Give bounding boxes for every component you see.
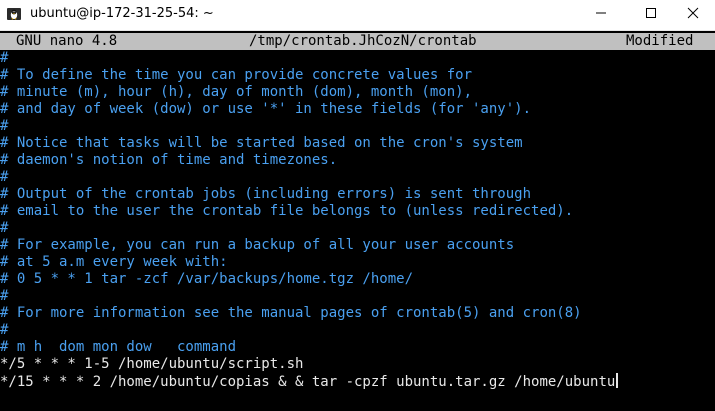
nano-header-bar: GNU nano 4.8 /tmp/crontab.JhCozN/crontab… — [0, 33, 715, 50]
comment-line[interactable]: # — [0, 288, 715, 305]
comment-line[interactable]: # minute (m), hour (h), day of month (do… — [0, 84, 715, 101]
comment-line[interactable]: # Notice that tasks will be started base… — [0, 135, 715, 152]
crontab-entry-line[interactable]: */15 * * * 2 /home/ubuntu/copias & & tar… — [0, 373, 715, 390]
line-text: # email to the user the crontab file bel… — [0, 203, 574, 219]
line-text: # — [0, 169, 9, 185]
comment-line[interactable]: # — [0, 220, 715, 237]
line-text: # m h dom mon dow command — [0, 339, 237, 355]
line-text: # minute (m), hour (h), day of month (do… — [0, 84, 473, 100]
line-text: # Notice that tasks will be started base… — [0, 135, 523, 151]
comment-line[interactable]: # — [0, 50, 715, 67]
comment-line[interactable]: # For more information see the manual pa… — [0, 305, 715, 322]
nano-version: GNU nano 4.8 — [16, 33, 118, 49]
comment-line[interactable]: # To define the time you can provide con… — [0, 67, 715, 84]
line-text: # — [0, 220, 9, 236]
line-text: # Output of the crontab jobs (including … — [0, 186, 532, 202]
line-text: # and day of week (dow) or use '*' in th… — [0, 101, 532, 117]
terminal-penguin-icon — [6, 6, 22, 22]
line-text: # — [0, 288, 9, 304]
line-text: # For example, you can run a backup of a… — [0, 237, 515, 253]
comment-line[interactable]: # email to the user the crontab file bel… — [0, 203, 715, 220]
comment-line[interactable]: # — [0, 322, 715, 339]
line-text: # — [0, 50, 9, 66]
comment-line[interactable]: # at 5 a.m every week with: — [0, 254, 715, 271]
maximize-button[interactable] — [628, 0, 674, 30]
close-button[interactable] — [670, 0, 715, 30]
line-text: # — [0, 322, 9, 338]
maximize-icon — [645, 6, 657, 24]
nano-filename: /tmp/crontab.JhCozN/crontab — [249, 33, 477, 49]
comment-line[interactable]: # 0 5 * * 1 tar -zcf /var/backups/home.t… — [0, 271, 715, 288]
comment-line[interactable]: # m h dom mon dow command — [0, 339, 715, 356]
nano-modified-status: Modified — [626, 33, 694, 49]
window-title: ubuntu@ip-172-31-25-54: ~ — [30, 6, 214, 21]
comment-line[interactable]: # and day of week (dow) or use '*' in th… — [0, 101, 715, 118]
terminal-window: ubuntu@ip-172-31-25-54: ~ GNU nano 4.8 /… — [0, 0, 715, 411]
minimize-icon — [595, 6, 607, 24]
comment-line[interactable]: # For example, you can run a backup of a… — [0, 237, 715, 254]
line-text: # To define the time you can provide con… — [0, 67, 473, 83]
comment-line[interactable]: # daemon's notion of time and timezones. — [0, 152, 715, 169]
line-text: */5 * * * 1-5 /home/ubuntu/script.sh — [0, 356, 304, 372]
crontab-entry-line[interactable]: */5 * * * 1-5 /home/ubuntu/script.sh — [0, 356, 715, 373]
minimize-button[interactable] — [578, 0, 624, 30]
line-text: */15 * * * 2 /home/ubuntu/copias & & tar… — [0, 374, 616, 390]
comment-line[interactable]: # Output of the crontab jobs (including … — [0, 186, 715, 203]
line-text: # — [0, 118, 9, 134]
comment-line[interactable]: # — [0, 169, 715, 186]
text-cursor — [616, 373, 619, 388]
editor-text-area[interactable]: # # To define the time you can provide co… — [0, 50, 715, 411]
line-text: # 0 5 * * 1 tar -zcf /var/backups/home.t… — [0, 271, 414, 287]
line-text: # daemon's notion of time and timezones. — [0, 152, 338, 168]
close-icon — [687, 6, 699, 24]
line-text: # For more information see the manual pa… — [0, 305, 582, 321]
title-bar[interactable]: ubuntu@ip-172-31-25-54: ~ — [0, 0, 715, 31]
comment-line[interactable]: # — [0, 118, 715, 135]
line-text: # at 5 a.m every week with: — [0, 254, 228, 270]
